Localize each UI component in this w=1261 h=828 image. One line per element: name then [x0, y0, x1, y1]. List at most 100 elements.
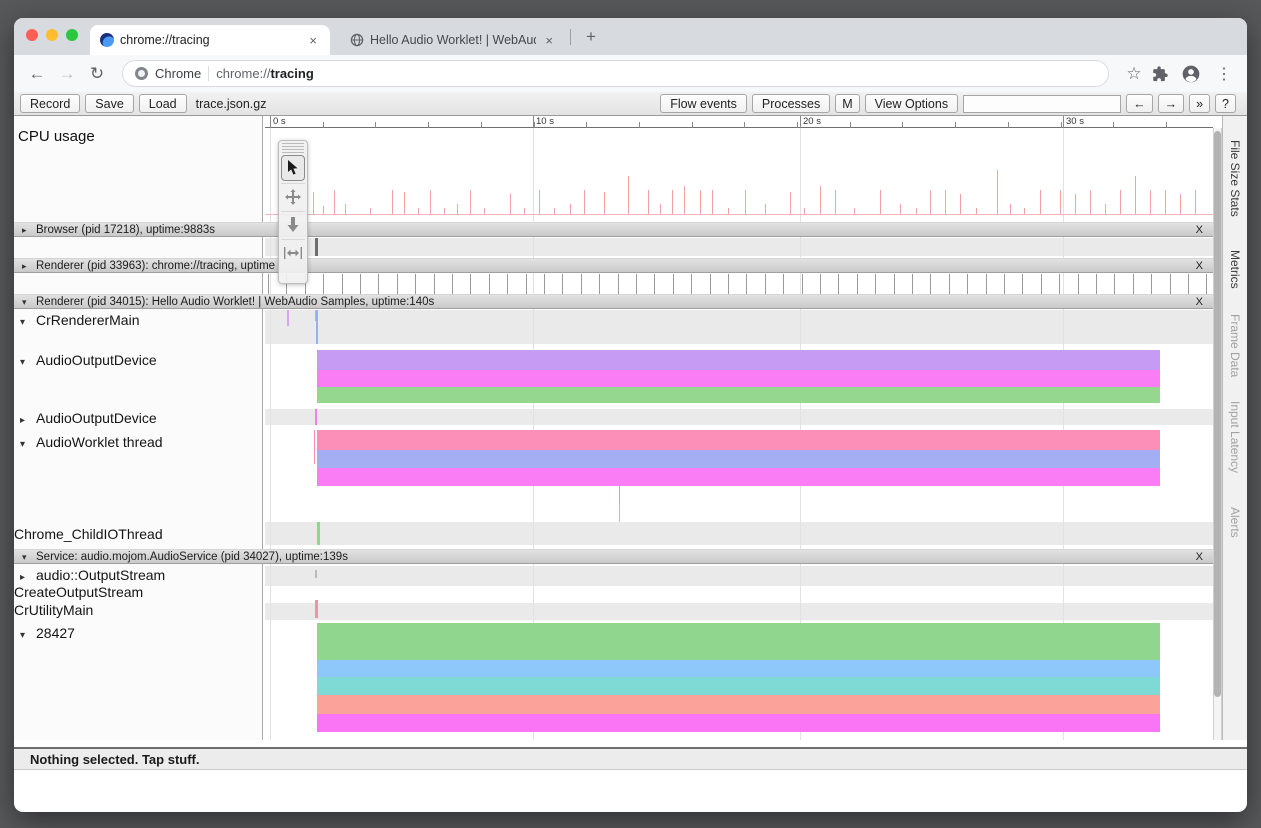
event-tick[interactable]: [287, 310, 289, 326]
help-button[interactable]: ?: [1215, 94, 1236, 113]
trace-event-tick[interactable]: [636, 274, 637, 294]
trace-event-tick[interactable]: [434, 274, 435, 294]
slice-bar-audio-worklet-slices[interactable]: [317, 430, 1160, 450]
trace-event-tick[interactable]: [1041, 274, 1042, 294]
side-tab-frame-data[interactable]: Frame Data: [1228, 314, 1242, 377]
process-header[interactable]: ▸Browser (pid 17218), uptime:9883sX: [14, 222, 1213, 237]
trace-event-tick[interactable]: [838, 274, 839, 294]
trace-event-tick[interactable]: [765, 274, 766, 294]
trace-event-tick[interactable]: [1022, 274, 1023, 294]
trace-event-tick[interactable]: [378, 274, 379, 294]
expander-arrow-icon[interactable]: ▾: [20, 439, 36, 450]
trace-event-tick[interactable]: [857, 274, 858, 294]
event-tick[interactable]: [619, 486, 620, 504]
find-input[interactable]: [963, 95, 1121, 113]
pan-tool-button[interactable]: [281, 183, 305, 209]
zoom-tool-button[interactable]: [281, 211, 305, 237]
thread-label-row[interactable]: ▾CrRendererMain: [20, 312, 139, 328]
tab-close-icon[interactable]: ×: [306, 33, 320, 48]
thread-label-row[interactable]: ▾AudioWorklet thread: [20, 434, 163, 450]
slice-bar-audio-output-device-slices[interactable]: [317, 387, 1160, 403]
tool-panel-grip[interactable]: [282, 143, 304, 153]
trace-event-tick[interactable]: [949, 274, 950, 294]
minimize-window-button[interactable]: [46, 29, 58, 41]
trace-event-tick[interactable]: [1151, 274, 1152, 294]
thread-label-row[interactable]: ▸audio::OutputStream: [20, 567, 165, 583]
slice-bar-utility-28427-slices[interactable]: [317, 695, 1160, 714]
trace-event-tick[interactable]: [912, 274, 913, 294]
trace-event-tick[interactable]: [728, 274, 729, 294]
thread-label-row[interactable]: ▾28427: [20, 625, 75, 641]
trace-event-tick[interactable]: [820, 274, 821, 294]
save-button[interactable]: Save: [85, 94, 134, 113]
trace-event-tick[interactable]: [967, 274, 968, 294]
record-button[interactable]: Record: [20, 94, 80, 113]
trace-event-tick[interactable]: [452, 274, 453, 294]
process-header[interactable]: ▾Service: audio.mojom.AudioService (pid …: [14, 549, 1213, 564]
event-tick[interactable]: [315, 409, 317, 425]
trace-event-tick[interactable]: [470, 274, 471, 294]
trace-event-tick[interactable]: [986, 274, 987, 294]
side-tab-alerts[interactable]: Alerts: [1228, 507, 1242, 538]
expander-arrow-icon[interactable]: ▸: [20, 415, 36, 426]
trace-event-tick[interactable]: [1133, 274, 1134, 294]
expander-arrow-icon[interactable]: ▾: [22, 550, 27, 564]
trace-event-tick[interactable]: [489, 274, 490, 294]
expander-arrow-icon[interactable]: ▾: [20, 630, 36, 641]
browser-menu-icon[interactable]: ⋮: [1211, 64, 1237, 84]
expander-arrow-icon[interactable]: ▸: [22, 223, 27, 237]
new-tab-button[interactable]: +: [580, 26, 602, 48]
trace-event-tick[interactable]: [654, 274, 655, 294]
trace-event-tick[interactable]: [1078, 274, 1079, 294]
slice-bar-utility-28427-slices[interactable]: [317, 660, 1160, 677]
find-previous-button[interactable]: ←: [1126, 94, 1153, 113]
event-tick[interactable]: [619, 504, 620, 522]
trace-event-tick[interactable]: [1059, 274, 1060, 294]
expander-arrow-icon[interactable]: ▸: [20, 572, 36, 583]
slice-bar-utility-28427-slices[interactable]: [317, 714, 1160, 732]
tab-close-icon[interactable]: ×: [542, 33, 556, 48]
view-options-button[interactable]: View Options: [865, 94, 958, 113]
side-tab-input-latency[interactable]: Input Latency: [1228, 401, 1242, 473]
trace-event-tick[interactable]: [415, 274, 416, 294]
trace-event-tick[interactable]: [323, 274, 324, 294]
trace-event-tick[interactable]: [894, 274, 895, 294]
thread-label-row[interactable]: CrUtilityMain: [14, 602, 93, 618]
trace-event-tick[interactable]: [397, 274, 398, 294]
scrollbar-thumb[interactable]: [1214, 131, 1221, 697]
close-process-button[interactable]: X: [1196, 223, 1203, 237]
trace-event-tick[interactable]: [930, 274, 931, 294]
trace-event-tick[interactable]: [544, 274, 545, 294]
event-tick[interactable]: [315, 238, 318, 256]
reload-icon[interactable]: ↻: [84, 64, 110, 84]
trace-event-tick[interactable]: [673, 274, 674, 294]
trace-event-tick[interactable]: [581, 274, 582, 294]
trace-event-tick[interactable]: [507, 274, 508, 294]
expander-arrow-icon[interactable]: ▾: [20, 317, 36, 328]
close-process-button[interactable]: X: [1196, 550, 1203, 564]
trace-event-tick[interactable]: [268, 274, 269, 294]
trace-event-tick[interactable]: [526, 274, 527, 294]
bookmark-star-icon[interactable]: ☆: [1121, 64, 1147, 84]
thread-label-row[interactable]: Chrome_ChildIOThread: [14, 526, 163, 542]
close-process-button[interactable]: X: [1196, 295, 1203, 309]
trace-event-tick[interactable]: [1004, 274, 1005, 294]
back-icon[interactable]: ←: [24, 64, 50, 84]
trace-event-tick[interactable]: [746, 274, 747, 294]
trace-event-tick[interactable]: [360, 274, 361, 294]
thread-label-row[interactable]: ▸AudioOutputDevice: [20, 410, 157, 426]
expander-arrow-icon[interactable]: ▾: [22, 295, 27, 309]
close-window-button[interactable]: [26, 29, 38, 41]
event-tick[interactable]: [315, 600, 318, 618]
event-tick[interactable]: [315, 570, 317, 578]
trace-event-tick[interactable]: [1170, 274, 1171, 294]
trace-event-tick[interactable]: [1188, 274, 1189, 294]
omnibox[interactable]: Chrome chrome://tracing: [122, 60, 1109, 87]
slice-bar-utility-28427-slices[interactable]: [317, 623, 1160, 660]
load-button[interactable]: Load: [139, 94, 187, 113]
flow-events-button[interactable]: Flow events: [660, 94, 747, 113]
selection-tool-button[interactable]: [281, 155, 305, 181]
trace-event-tick[interactable]: [691, 274, 692, 294]
trace-event-tick[interactable]: [875, 274, 876, 294]
slice-bar-audio-worklet-slices[interactable]: [317, 450, 1160, 468]
